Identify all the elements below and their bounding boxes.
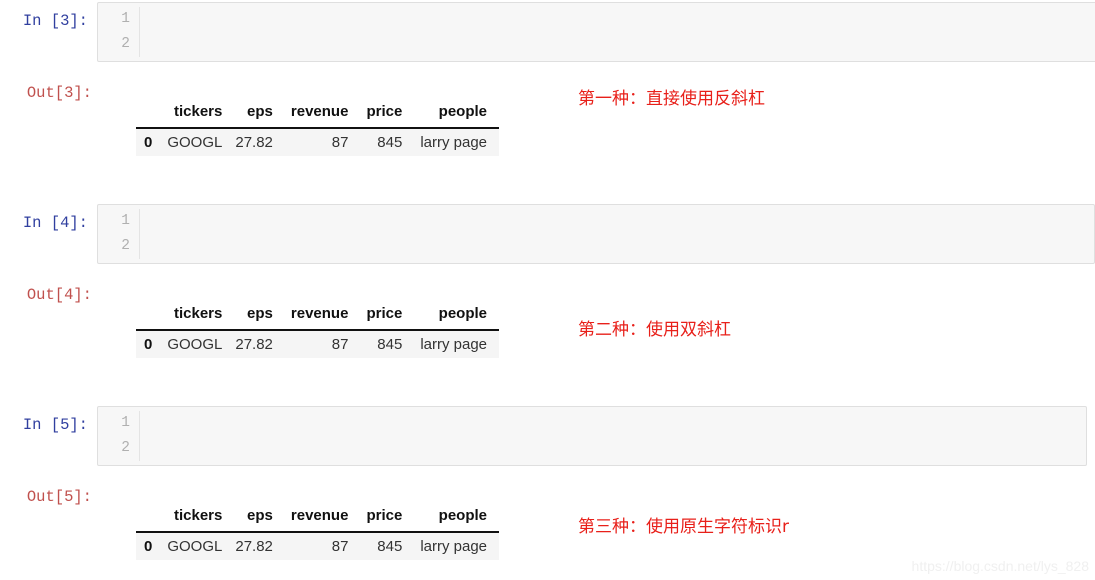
cell-price: 845 [377,538,403,555]
table-row: 0 GOOGL 27.82 87 845 larry page [136,532,500,560]
code-input-area-1[interactable]: 1 2 df = pd.read_csv('E:/数据分析/第二章：数据分析/p… [97,2,1095,62]
cell-price: 845 [377,134,403,151]
line-number-gutter-2: 1 2 [98,209,140,259]
code-editor-2[interactable]: df = pd.read_csv('E:\\数据分析\\第二章：数据分析\\pa… [140,209,1094,259]
line-number: 1 [121,11,130,27]
annotation-method-1: 第一种：直接使用反斜杠 [578,89,765,109]
table-corner-cell [136,502,159,533]
output-prompt-label-2: Out[4]: [26,286,92,304]
column-header-revenue: revenue [281,300,358,331]
cell-people: larry page [420,336,488,353]
column-header-eps: eps [226,300,282,331]
code-editor-1[interactable]: df = pd.read_csv('E:/数据分析/第二章：数据分析/panda… [140,7,1095,57]
input-prompt-label-3: In [5]: [22,416,88,434]
cell-revenue: 87 [331,538,349,555]
cell-revenue: 87 [331,336,349,353]
cell-tickers: GOOGL [167,336,223,353]
watermark-text: https://blog.csdn.net/lys_828 [911,558,1089,574]
input-prompt-label-2: In [4]: [22,214,88,232]
column-header-tickers: tickers [158,300,227,331]
line-number-gutter-3: 1 2 [98,411,140,461]
line-number: 2 [121,238,130,254]
column-header-revenue: revenue [281,502,358,533]
column-header-people: people [411,300,500,331]
table-body: 0 GOOGL 27.82 87 845 larry page [136,128,500,156]
table-header: tickers eps revenue price people [136,300,500,331]
dataframe-output-2: tickers eps revenue price people 0 GOOGL… [136,300,500,358]
table-row: 0 GOOGL 27.82 87 845 larry page [136,330,500,358]
line-number: 1 [121,415,130,431]
table-header-row: tickers eps revenue price people [136,300,500,331]
table-header: tickers eps revenue price people [136,502,500,533]
dataframe-table: tickers eps revenue price people 0 GOOGL… [136,300,500,358]
column-header-people: people [411,502,500,533]
cell-price: 845 [377,336,403,353]
dataframe-table: tickers eps revenue price people 0 GOOGL… [136,502,500,560]
cell-revenue: 87 [331,134,349,151]
table-corner-cell [136,98,159,129]
code-editor-3[interactable]: df = pd.read_csv(r'E:\数据分析\第二章：数据分析\pand… [140,411,1086,461]
cell-tickers: GOOGL [167,134,223,151]
row-index-cell: 0 [144,134,153,151]
code-input-area-2[interactable]: 1 2 df = pd.read_csv('E:\\数据分析\\第二章：数据分析… [97,204,1095,264]
table-header-row: tickers eps revenue price people [136,502,500,533]
output-prompt-label-3: Out[5]: [26,488,92,506]
output-prompt-label-1: Out[3]: [26,84,92,102]
table-header: tickers eps revenue price people [136,98,500,129]
code-input-area-3[interactable]: 1 2 df = pd.read_csv(r'E:\数据分析\第二章：数据分析\… [97,406,1087,466]
column-header-price: price [357,98,412,129]
cell-eps: 27.82 [235,134,273,151]
line-number-gutter-1: 1 2 [98,7,140,57]
line-number: 1 [121,213,130,229]
dataframe-table: tickers eps revenue price people 0 GOOGL… [136,98,500,156]
column-header-tickers: tickers [158,98,227,129]
notebook-page: { "notebook": { "watermark": "https://bl… [0,0,1095,580]
column-header-price: price [357,300,412,331]
cell-tickers: GOOGL [167,538,223,555]
column-header-tickers: tickers [158,502,227,533]
dataframe-output-1: tickers eps revenue price people 0 GOOGL… [136,98,500,156]
table-row: 0 GOOGL 27.82 87 845 larry page [136,128,500,156]
row-index-cell: 0 [144,538,153,555]
input-prompt-label-1: In [3]: [22,12,88,30]
annotation-method-3: 第三种：使用原生字符标识r [578,517,789,537]
row-index-cell: 0 [144,336,153,353]
cell-eps: 27.82 [235,336,273,353]
column-header-eps: eps [226,98,282,129]
cell-people: larry page [420,538,488,555]
line-number: 2 [121,440,130,456]
column-header-revenue: revenue [281,98,358,129]
line-number: 2 [121,36,130,52]
table-body: 0 GOOGL 27.82 87 845 larry page [136,330,500,358]
column-header-eps: eps [226,502,282,533]
table-header-row: tickers eps revenue price people [136,98,500,129]
table-corner-cell [136,300,159,331]
annotation-method-2: 第二种：使用双斜杠 [578,320,731,340]
column-header-price: price [357,502,412,533]
cell-eps: 27.82 [235,538,273,555]
column-header-people: people [411,98,500,129]
cell-people: larry page [420,134,488,151]
table-body: 0 GOOGL 27.82 87 845 larry page [136,532,500,560]
dataframe-output-3: tickers eps revenue price people 0 GOOGL… [136,502,500,560]
